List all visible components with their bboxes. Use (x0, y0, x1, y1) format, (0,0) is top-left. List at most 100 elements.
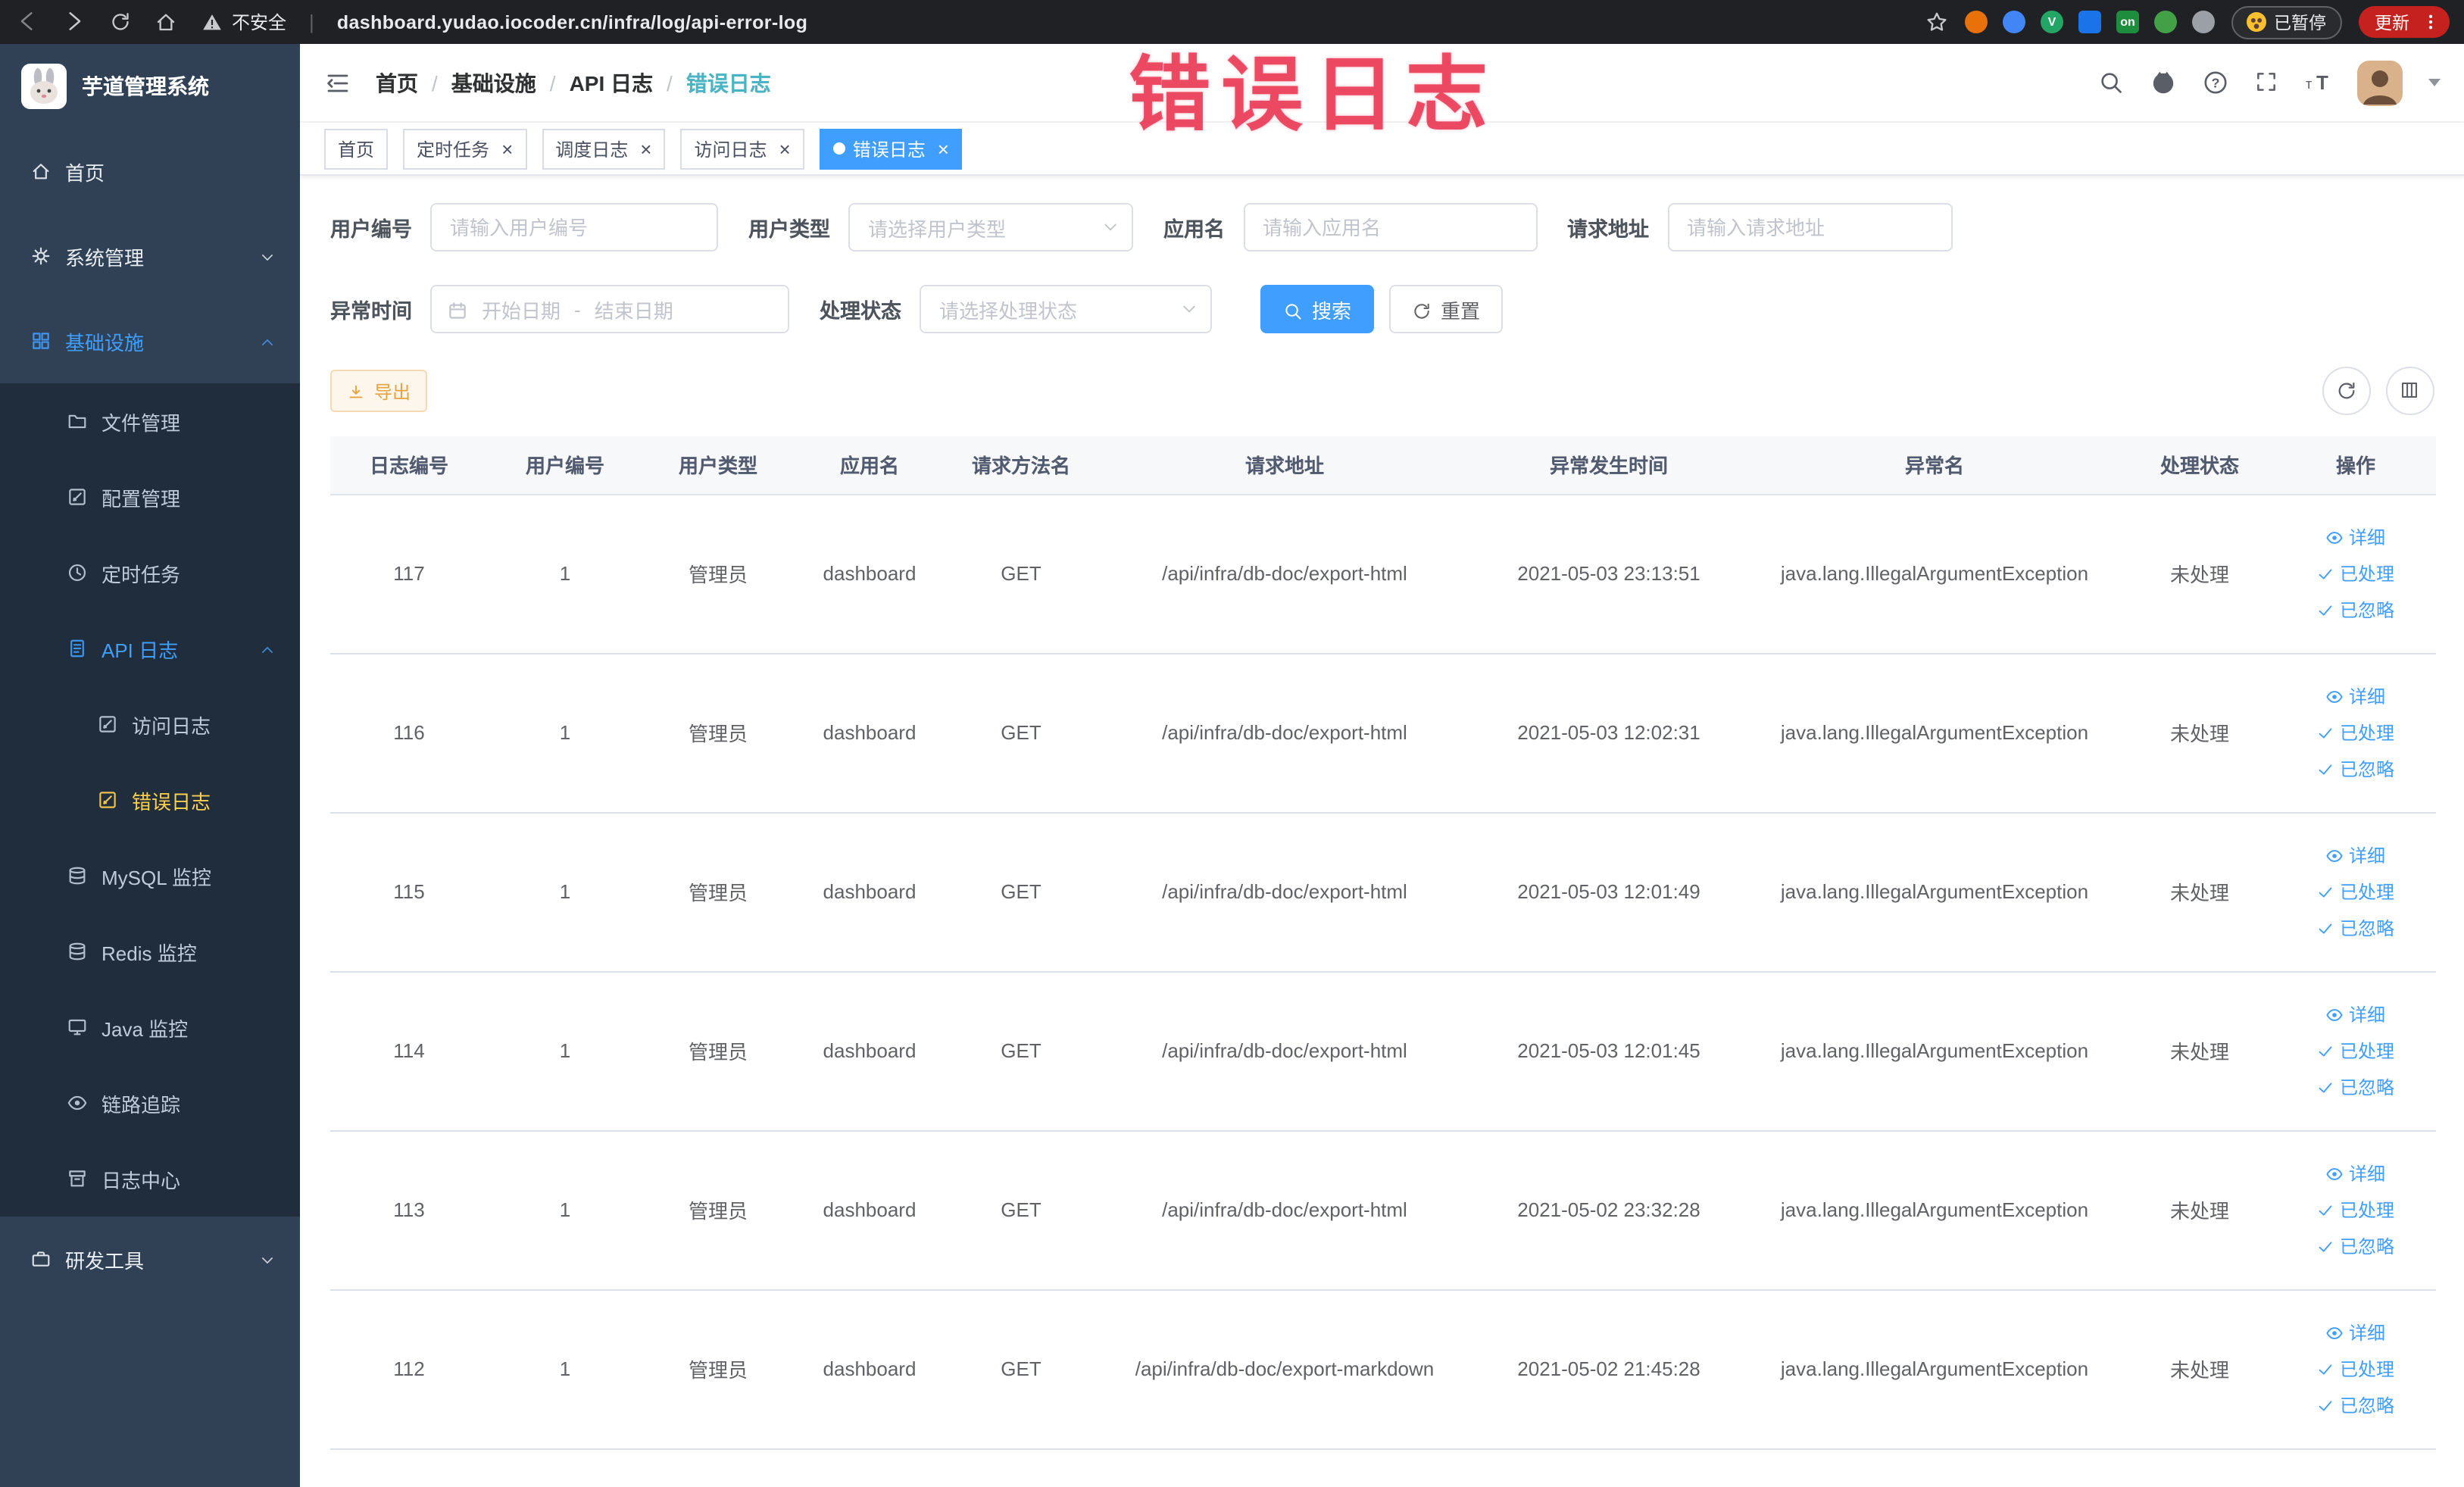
user-id-input[interactable] (430, 203, 718, 251)
action-ignored[interactable]: 已忽略 (2317, 756, 2394, 782)
cell-time: 2021-05-03 23:13:51 (1472, 494, 1745, 654)
action-detail[interactable]: 详细 (2326, 1161, 2385, 1186)
sidebar-item-api-log[interactable]: API 日志 (0, 611, 300, 686)
action-detail[interactable]: 详细 (2326, 1320, 2385, 1345)
ext-circle-green-icon[interactable]: V (2041, 11, 2063, 33)
exception-time-range-picker[interactable]: 开始日期 - 结束日期 (430, 285, 789, 333)
fullscreen-icon[interactable] (2253, 69, 2278, 96)
sidebar-item-system[interactable]: 系统管理 (0, 214, 300, 298)
column-settings-button[interactable] (2385, 367, 2434, 415)
home-icon[interactable] (155, 8, 177, 36)
main-area: 首页 / 基础设施 / API 日志 / 错误日志 ? тT 首页 定时任务 × 调度日志 × 访问日… (300, 44, 2464, 1487)
action-processed[interactable]: 已处理 (2317, 561, 2394, 586)
tab-job[interactable]: 定时任务 × (403, 128, 527, 169)
sidebar-item-mysql[interactable]: MySQL 监控 (0, 838, 300, 914)
magnifier-glyph (2100, 72, 2121, 93)
ext-on-badge-icon[interactable]: on (2116, 11, 2139, 33)
close-icon[interactable]: × (640, 139, 651, 158)
sidebar-item-log-center[interactable]: 日志中心 (0, 1141, 300, 1217)
ext-leaf-green-icon[interactable] (2154, 11, 2177, 33)
sidebar-item-redis[interactable]: Redis 监控 (0, 914, 300, 989)
breadcrumb-item[interactable]: 错误日志 (686, 67, 771, 98)
back-icon[interactable] (15, 8, 39, 36)
paused-badge[interactable]: 已暂停 (2231, 5, 2341, 39)
sidebar-item-java[interactable]: Java 监控 (0, 989, 300, 1065)
reset-refresh-icon (1412, 298, 1432, 320)
font-size-icon[interactable]: тT (2303, 69, 2331, 96)
search-icon[interactable] (2097, 69, 2123, 96)
action-ignored[interactable]: 已忽略 (2317, 915, 2394, 941)
action-label: 详细 (2348, 527, 2385, 548)
cell-exception: java.lang.IllegalArgumentException (1745, 1289, 2124, 1449)
close-icon[interactable]: × (938, 139, 949, 158)
request-url-input[interactable] (1667, 203, 1952, 251)
cell-user_type: 管理员 (642, 494, 794, 654)
table-row: 114 1 管理员 dashboard GET/api/infra/db-doc/exp… (330, 971, 2436, 1131)
avatar[interactable] (2356, 60, 2402, 105)
bookmark-star-icon[interactable] (1925, 8, 1948, 36)
tab-home[interactable]: 首页 (324, 128, 389, 169)
action-processed[interactable]: 已处理 (2317, 1356, 2394, 1382)
action-detail[interactable]: 详细 (2326, 524, 2385, 550)
help-icon[interactable]: ? (2202, 69, 2228, 96)
app-name-input[interactable] (1243, 203, 1537, 251)
export-button[interactable]: 导出 (330, 370, 428, 412)
check-glyph (2319, 727, 2333, 738)
sidebar-item-infra[interactable]: 基础设施 (0, 298, 300, 383)
update-button[interactable]: 更新 (2358, 6, 2449, 38)
sidebar-item-job[interactable]: 定时任务 (0, 535, 300, 611)
user-type-select[interactable]: 请选择用户类型 (848, 203, 1133, 251)
search-button[interactable]: 搜索 (1260, 285, 1375, 333)
process-status-select[interactable]: 请选择处理状态 (920, 285, 1212, 333)
breadcrumb-item[interactable]: 基础设施 (451, 67, 536, 98)
action-processed[interactable]: 已处理 (2317, 879, 2394, 904)
forward-icon[interactable] (62, 8, 86, 36)
address-bar[interactable]: 不安全 | dashboard.yudao.iocoder.cn/infra/l… (201, 9, 807, 35)
tab-error-log[interactable]: 错误日志 × (819, 128, 963, 169)
action-detail[interactable]: 详细 (2326, 683, 2385, 709)
cell-user_id: 1 (488, 971, 642, 1131)
sidebar-item-home[interactable]: 首页 (0, 129, 300, 214)
avatar-caret-icon[interactable] (2428, 79, 2440, 86)
action-detail[interactable]: 详细 (2326, 842, 2385, 868)
breadcrumb-item[interactable]: 首页 (376, 67, 418, 98)
action-ignored[interactable]: 已忽略 (2317, 1392, 2394, 1418)
tab-access-log[interactable]: 访问日志 × (680, 128, 804, 169)
tab-label: 定时任务 (417, 139, 490, 160)
action-detail[interactable]: 详细 (2326, 1001, 2385, 1027)
close-icon[interactable]: × (501, 139, 513, 158)
sidebar-item-file[interactable]: 文件管理 (0, 383, 300, 459)
tab-job-log[interactable]: 调度日志 × (542, 128, 666, 169)
hamburger-icon[interactable] (324, 69, 351, 96)
app-logo[interactable]: 芋道管理系统 (0, 44, 300, 129)
action-ignored[interactable]: 已忽略 (2317, 1074, 2394, 1100)
refresh-glyph (2338, 382, 2354, 398)
column-header: 请求地址 (1097, 436, 1472, 495)
ext-paw-dark-icon[interactable] (2192, 11, 2215, 33)
ext-circle-red-icon[interactable] (1965, 11, 1988, 33)
action-processed[interactable]: 已处理 (2317, 1197, 2394, 1223)
url-text[interactable]: dashboard.yudao.iocoder.cn/infra/log/api… (337, 11, 807, 33)
sidebar-item-access-log[interactable]: 访问日志 (0, 686, 300, 762)
breadcrumb-item[interactable]: API 日志 (570, 67, 653, 98)
table-row: 116 1 管理员 dashboard GET/api/infra/db-doc/exp… (330, 653, 2436, 813)
action-ignored[interactable]: 已忽略 (2317, 1233, 2394, 1259)
reset-button[interactable]: 重置 (1389, 285, 1504, 333)
refresh-button[interactable] (2322, 367, 2370, 415)
columns-icon (2400, 377, 2419, 405)
browser-menu-icon[interactable] (2420, 12, 2440, 32)
ext-square-blue-icon[interactable] (2078, 11, 2101, 33)
sidebar-item-dev-tools[interactable]: 研发工具 (0, 1217, 300, 1301)
action-processed[interactable]: 已处理 (2317, 720, 2394, 745)
archive-glyph (69, 1170, 86, 1187)
ext-circle-blue-icon[interactable] (2003, 11, 2025, 33)
action-processed[interactable]: 已处理 (2317, 1038, 2394, 1064)
sidebar-item-trace[interactable]: 链路追踪 (0, 1065, 300, 1141)
sidebar-item-error-log[interactable]: 错误日志 (0, 762, 300, 838)
sidebar-item-label: 配置管理 (101, 487, 181, 510)
close-icon[interactable]: × (779, 139, 791, 158)
github-icon[interactable] (2149, 69, 2176, 96)
reload-icon[interactable] (109, 8, 132, 36)
action-ignored[interactable]: 已忽略 (2317, 597, 2394, 623)
sidebar-item-config[interactable]: 配置管理 (0, 459, 300, 535)
